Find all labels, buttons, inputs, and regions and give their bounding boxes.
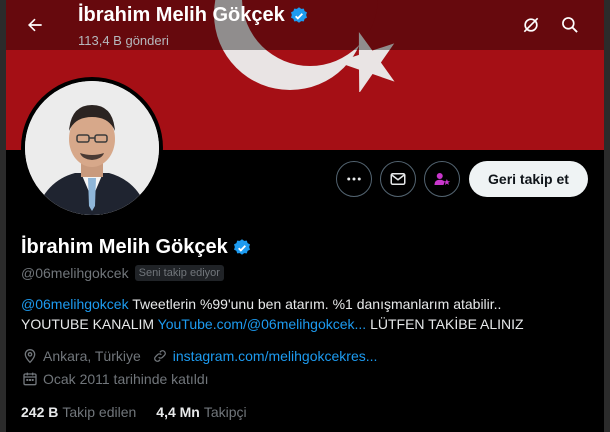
profile-name-row: İbrahim Melih Gökçek (21, 236, 252, 259)
subscribe-button[interactable] (424, 161, 460, 197)
handle-row: @06melihgokcek Seni takip ediyor (21, 265, 224, 281)
post-count: 113,4 B gönderi (78, 33, 169, 48)
message-button[interactable] (380, 161, 416, 197)
mail-icon (390, 173, 406, 185)
website-link[interactable]: instagram.com/melihgokcekres... (173, 348, 378, 364)
avatar[interactable] (25, 81, 159, 215)
subscribe-icon (434, 173, 451, 185)
arrow-left-icon (28, 18, 42, 32)
verified-icon (290, 6, 307, 23)
verified-icon[interactable] (232, 238, 252, 258)
calendar-icon (21, 370, 39, 388)
meta-row-joined: Ocak 2011 tarihinde katıldı (21, 370, 209, 388)
bio-text-3: LÜTFEN TAKİBE ALINIZ (366, 316, 524, 332)
following-link[interactable]: 242 B Takip edilen (21, 404, 136, 420)
location-text: Ankara, Türkiye (43, 348, 141, 364)
bio-youtube-link[interactable]: YouTube.com/@06melihgokcek... (158, 316, 367, 332)
bio-line-2: YOUTUBE KANALIM YouTube.com/@06melihgokc… (21, 314, 591, 334)
location-icon (21, 347, 39, 365)
grok-button[interactable] (516, 10, 546, 40)
search-button[interactable] (555, 10, 585, 40)
follow-stats: 242 B Takip edilen 4,4 Mn Takipçi (21, 404, 247, 420)
more-icon (347, 177, 361, 181)
link-icon (151, 347, 169, 365)
header-title: İbrahim Melih Gökçek (78, 4, 309, 27)
meta-row-location: Ankara, Türkiye instagram.com/melihgokce… (21, 347, 377, 365)
search-icon (562, 17, 578, 33)
more-button[interactable] (336, 161, 372, 197)
follows-you-badge: Seni takip ediyor (134, 265, 224, 281)
bio-text-1: Tweetlerin %99'unu ben atarım. %1 danışm… (128, 296, 502, 312)
profile-handle: @06melihgokcek (21, 265, 129, 281)
bio-mention-link[interactable]: @06melihgokcek (21, 296, 129, 312)
back-button[interactable] (18, 8, 52, 42)
profile-bio: @06melihgokcek Tweetlerin %99'unu ben at… (21, 294, 591, 334)
window-frame-right (604, 0, 610, 432)
header-name: İbrahim Melih Gökçek (78, 4, 285, 26)
profile-name: İbrahim Melih Gökçek (21, 236, 228, 258)
following-label: Takip edilen (62, 404, 137, 420)
avatar-portrait (25, 81, 159, 215)
followers-label: Takipçi (203, 404, 247, 420)
follow-back-button[interactable]: Geri takip et (469, 161, 588, 197)
bio-line-1: @06melihgokcek Tweetlerin %99'unu ben at… (21, 294, 591, 314)
bio-text-2: YOUTUBE KANALIM (21, 316, 158, 332)
top-bar: İbrahim Melih Gökçek 113,4 B gönderi (6, 0, 604, 50)
following-count: 242 B (21, 404, 59, 420)
grok-icon (523, 17, 539, 33)
followers-link[interactable]: 4,4 Mn Takipçi (156, 404, 246, 420)
joined-text: Ocak 2011 tarihinde katıldı (43, 371, 209, 387)
followers-count: 4,4 Mn (156, 404, 200, 420)
